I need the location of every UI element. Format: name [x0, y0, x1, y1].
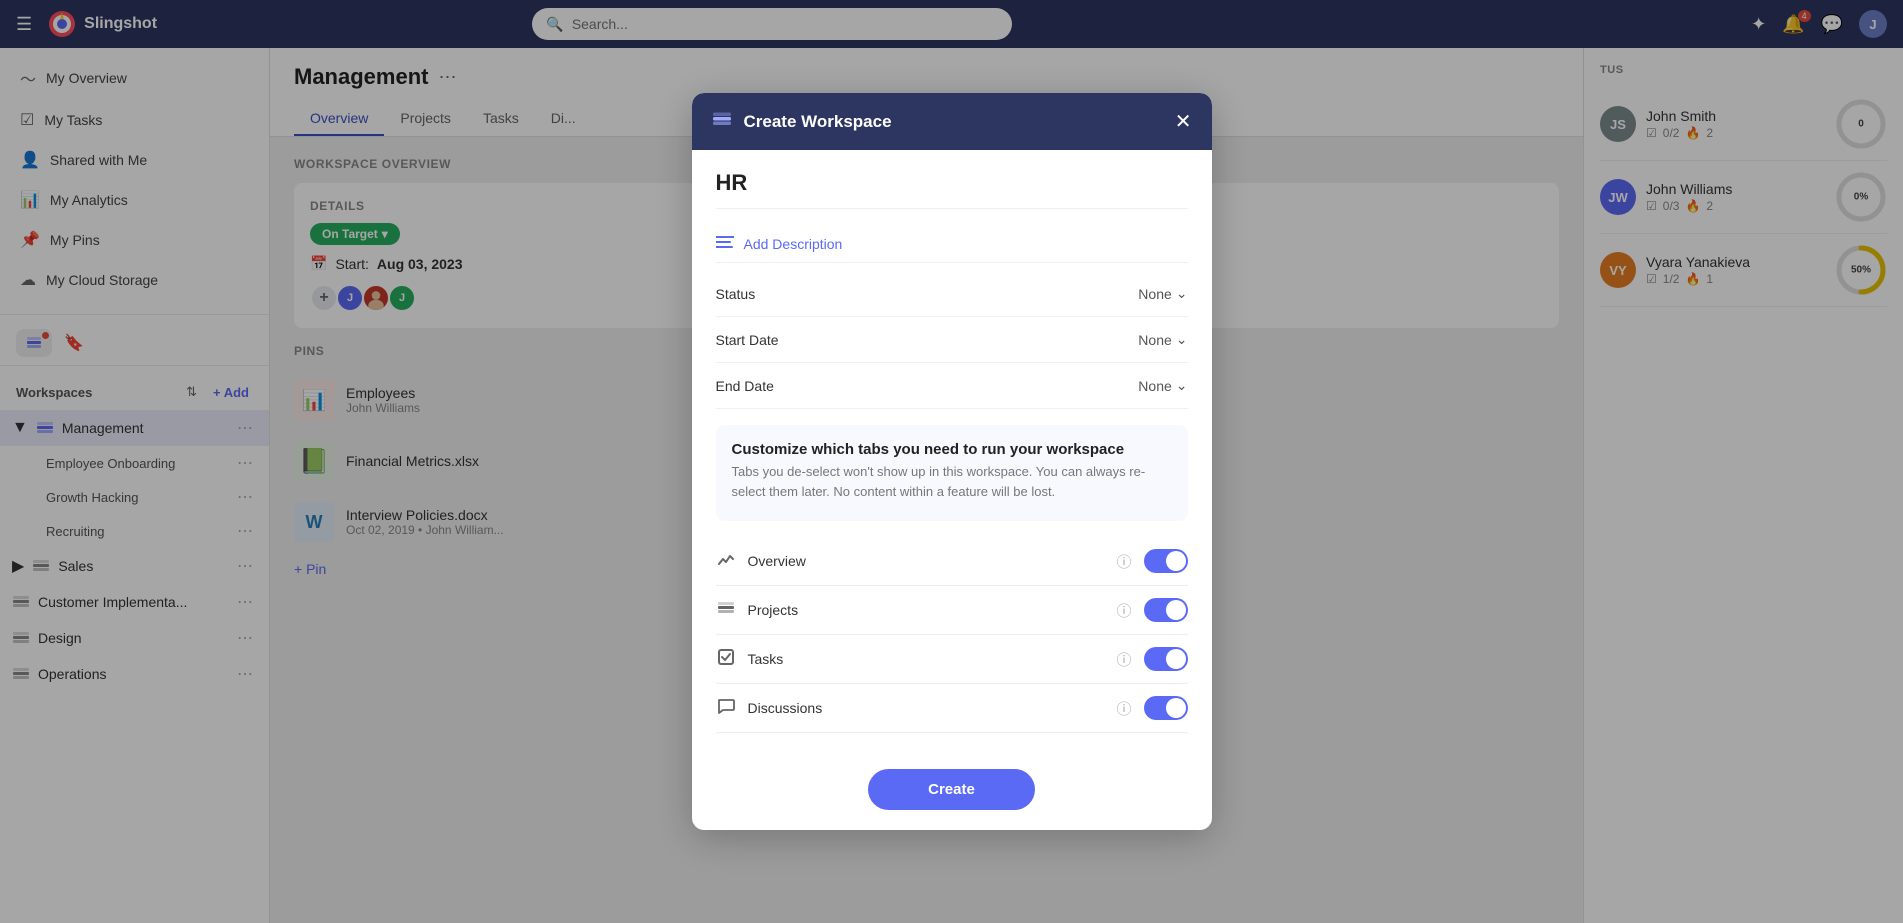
- overview-tab-icon: [716, 550, 736, 573]
- info-icon-tasks[interactable]: ⓘ: [1116, 649, 1131, 670]
- add-description-label: Add Description: [744, 236, 843, 252]
- modal-title: Create Workspace: [744, 112, 1163, 132]
- start-date-field: Start Date None ⌄: [716, 317, 1188, 363]
- tab-toggle-label-projects: Projects: [748, 602, 1105, 618]
- workspace-name-field[interactable]: HR: [716, 170, 1188, 209]
- status-field: Status None ⌄: [716, 271, 1188, 317]
- info-icon-overview[interactable]: ⓘ: [1116, 551, 1131, 572]
- tab-toggle-label-discussions: Discussions: [748, 700, 1105, 716]
- tab-toggle-label-overview: Overview: [748, 553, 1105, 569]
- tab-toggle-tasks: Tasks ⓘ: [716, 635, 1188, 684]
- modal-header-layers-icon: [712, 109, 732, 134]
- info-icon-projects[interactable]: ⓘ: [1116, 600, 1131, 621]
- tab-toggle-overview: Overview ⓘ: [716, 537, 1188, 586]
- discussions-tab-icon: [716, 697, 736, 720]
- projects-tab-icon: [716, 599, 736, 622]
- start-date-dropdown[interactable]: None ⌄: [1138, 331, 1187, 348]
- status-dropdown[interactable]: None ⌄: [1138, 285, 1187, 302]
- chevron-down-icon-start: ⌄: [1176, 331, 1188, 348]
- end-date-field: End Date None ⌄: [716, 363, 1188, 409]
- info-icon-discussions[interactable]: ⓘ: [1116, 698, 1131, 719]
- customize-title: Customize which tabs you need to run you…: [732, 441, 1172, 458]
- modal-body: HR Add Description Status None ⌄: [692, 150, 1212, 753]
- start-date-modal-label: Start Date: [716, 332, 1139, 348]
- status-label: Status: [716, 286, 1139, 302]
- tasks-tab-icon: [716, 648, 736, 671]
- tab-toggle-discussions: Discussions ⓘ: [716, 684, 1188, 733]
- create-button[interactable]: Create: [868, 769, 1035, 810]
- create-workspace-modal: Create Workspace ✕ HR Add Description St: [692, 93, 1212, 830]
- add-desc-lines-icon: [716, 235, 734, 252]
- modal-footer: Create: [692, 753, 1212, 830]
- tab-toggle-label-tasks: Tasks: [748, 651, 1105, 667]
- toggle-projects[interactable]: [1144, 598, 1188, 622]
- add-description-button[interactable]: Add Description: [716, 225, 1188, 263]
- modal-close-button[interactable]: ✕: [1175, 112, 1192, 132]
- customize-section: Customize which tabs you need to run you…: [716, 425, 1188, 521]
- customize-desc: Tabs you de-select won't show up in this…: [732, 462, 1172, 501]
- chevron-down-icon-end: ⌄: [1176, 377, 1188, 394]
- toggle-overview[interactable]: [1144, 549, 1188, 573]
- toggle-tasks[interactable]: [1144, 647, 1188, 671]
- tab-toggle-projects: Projects ⓘ: [716, 586, 1188, 635]
- end-date-label: End Date: [716, 378, 1139, 394]
- chevron-down-icon: ⌄: [1176, 285, 1188, 302]
- toggle-discussions[interactable]: [1144, 696, 1188, 720]
- modal-overlay[interactable]: Create Workspace ✕ HR Add Description St: [0, 0, 1903, 923]
- end-date-dropdown[interactable]: None ⌄: [1138, 377, 1187, 394]
- modal-header: Create Workspace ✕: [692, 93, 1212, 150]
